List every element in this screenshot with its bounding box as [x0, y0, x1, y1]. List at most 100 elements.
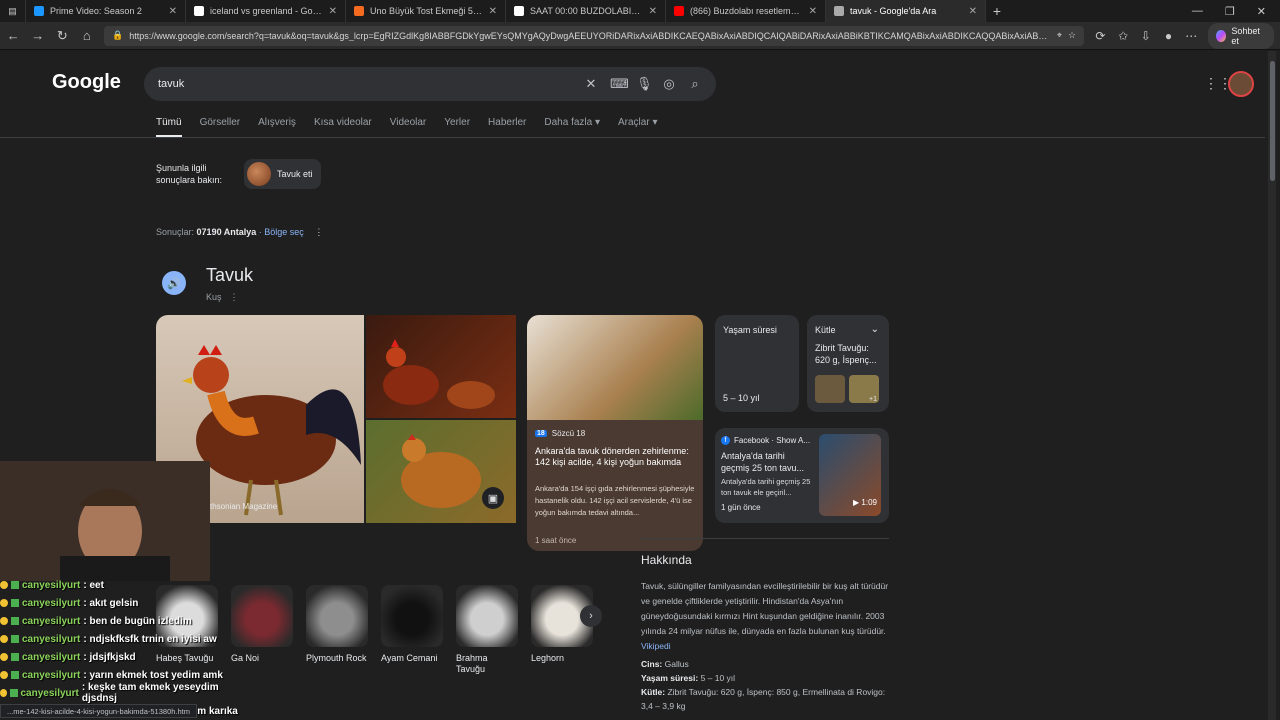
microphone-icon[interactable]: 🎙 [636, 76, 653, 92]
lock-icon: 🔒 [112, 30, 124, 40]
browser-tab[interactable]: iceland vs greenland - Google'da ✕ [186, 0, 346, 22]
search-tab[interactable]: Yerler [444, 117, 470, 137]
fact-value: Gallus [664, 659, 689, 669]
facts-list: Cins: Gallus Yaşam süresi: 5 – 10 yıl Kütl… [641, 657, 891, 713]
search-input[interactable]: tavuk [158, 78, 572, 90]
lifespan-label: Yaşam süresi [723, 325, 777, 335]
search-tab[interactable]: Videolar [390, 117, 427, 137]
url-field[interactable]: 🔒 https://www.google.com/search?q=tavuk&… [104, 25, 1085, 46]
lens-icon[interactable]: ◎ [662, 76, 676, 92]
clear-icon[interactable]: ✕ [584, 76, 598, 92]
related-chip-tavuk-eti[interactable]: Tavuk eti [244, 159, 321, 189]
reload-icon[interactable]: ↻ [55, 28, 70, 44]
tab-close-icon[interactable]: ✕ [489, 6, 497, 17]
maximize-icon[interactable]: ❐ [1225, 5, 1235, 18]
search-tab[interactable]: Kısa videolar [314, 117, 372, 137]
extensions-icon[interactable]: ⟳ [1094, 29, 1107, 43]
tab-title: Prime Video: Season 2 [50, 6, 142, 16]
mass-card[interactable]: Kütle ⌄ Zibrit Tavuğu: 620 g, İspenç... … [807, 315, 889, 412]
choose-region-link[interactable]: · Bölge seç [259, 227, 304, 237]
search-tab[interactable]: Haberler [488, 117, 526, 137]
search-tab[interactable]: Görseller [200, 117, 241, 137]
browser-tab[interactable]: Uno Büyük Tost Ekmeği 550 G - M ✕ [346, 0, 506, 22]
favorite-star-icon[interactable]: ☆ [1068, 30, 1076, 41]
location-more-icon[interactable]: ⋮ [314, 227, 323, 237]
location-info: Sonuçlar: 07190 Antalya · Bölge seç ⋮ [156, 227, 323, 238]
tab-close-icon[interactable]: ✕ [329, 6, 337, 17]
search-box[interactable]: tavuk ✕ ⌨ 🎙 ◎ ⌕ [144, 67, 716, 101]
search-tabs: Tümü Görseller Alışveriş Kısa videolar Video… [156, 117, 657, 137]
keyboard-icon[interactable]: ⌨ [610, 76, 629, 92]
about-text: Tavuk, sülüngiller familyasından evcille… [641, 581, 889, 651]
fb-title[interactable]: Antalya'da tarihi geçmiş 25 ton tavu... [721, 450, 811, 474]
chat-text: : eet [83, 579, 104, 591]
breed-item[interactable]: Leghorn [531, 585, 593, 675]
wikipedia-link[interactable]: Vikipedi [641, 641, 671, 651]
new-tab-button[interactable]: + [986, 3, 1008, 19]
browser-tab[interactable]: SAAT 00:00 BUZDOLABI BAŞINDA ✕ [506, 0, 666, 22]
chevron-down-icon[interactable]: ⌄ [871, 324, 879, 335]
account-avatar[interactable] [1228, 71, 1254, 97]
browser-tab[interactable]: (866) Buzdolabı resetleme-Altus A ✕ [666, 0, 826, 22]
lifespan-card[interactable]: Yaşam süresi 5 – 10 yıl [715, 315, 799, 412]
news-source-logo: 18 [535, 430, 547, 437]
more-menu-icon[interactable]: ⋯ [1185, 29, 1198, 43]
profile-icon[interactable]: ● [1162, 29, 1175, 43]
scrollbar-thumb[interactable] [1270, 61, 1275, 181]
mass-value: Zibrit Tavuğu: 620 g, İspenç... [815, 343, 877, 365]
speaker-icon[interactable]: 🔊 [162, 271, 186, 295]
facebook-video-card[interactable]: f Facebook · Show A... Antalya'da tarihi … [715, 428, 889, 523]
tab-favicon [674, 6, 684, 16]
search-tab[interactable]: Daha fazla ▾ [544, 117, 600, 137]
close-window-icon[interactable]: ✕ [1257, 5, 1266, 18]
home-icon[interactable]: ⌂ [80, 28, 95, 43]
browser-tab[interactable]: Prime Video: Season 2 ✕ [26, 0, 186, 22]
google-logo[interactable]: Google [52, 71, 121, 94]
fact-key: Yaşam süresi: [641, 673, 699, 683]
search-tab[interactable]: Araçlar ▾ [618, 117, 657, 137]
location-icon[interactable]: ⌖ [1057, 30, 1062, 41]
news-card[interactable]: 18 Sözcü 18 Ankara'da tavuk dönerden zeh… [527, 315, 703, 551]
copilot-icon [1215, 29, 1227, 42]
forward-icon[interactable]: → [31, 28, 46, 43]
fact-row: Kütle: Zibrit Tavuğu: 620 g, İspenç: 850… [641, 685, 891, 713]
tab-close-icon[interactable]: ✕ [809, 6, 817, 17]
copilot-button[interactable]: Sohbet et [1207, 22, 1274, 49]
rooster-image-top-right[interactable] [366, 315, 516, 418]
search-tab[interactable]: Alışveriş [258, 117, 296, 137]
chat-message: canyesilyurt: akıt gelsin [0, 594, 240, 612]
fact-key: Kütle: [641, 687, 666, 697]
breed-item[interactable]: Brahma Tavuğu [456, 585, 518, 675]
more-images-icon[interactable]: ▣ [482, 487, 504, 509]
carousel-next-icon[interactable]: › [580, 605, 602, 627]
downloads-icon[interactable]: ⇩ [1139, 29, 1152, 43]
browser-tab[interactable]: tavuk - Google'da Ara ✕ [826, 0, 986, 22]
minimize-icon[interactable]: — [1192, 5, 1203, 18]
chat-text: : yarın ekmek tost yedim amk [83, 669, 223, 681]
chat-username: canyesilyurt [22, 597, 81, 609]
breed-item[interactable]: Ayam Cemani [381, 585, 443, 675]
search-icon[interactable]: ⌕ [688, 76, 702, 92]
tab-strip: ▤ Prime Video: Season 2 ✕ iceland vs green… [0, 0, 1280, 22]
breed-item[interactable]: Plymouth Rock [306, 585, 368, 675]
entity-more-icon[interactable]: ⋮ [230, 292, 239, 302]
breed-item[interactable]: Ga Noi [231, 585, 293, 675]
tab-close-icon[interactable]: ✕ [649, 6, 657, 17]
image-caption: thsonian Magazine [210, 502, 278, 511]
tab-close-icon[interactable]: ✕ [969, 6, 977, 17]
tab-title: tavuk - Google'da Ara [850, 6, 937, 16]
search-tab[interactable]: Tümü [156, 117, 182, 137]
tab-favicon [834, 6, 844, 16]
tab-title: SAAT 00:00 BUZDOLABI BAŞINDA [530, 6, 643, 16]
chat-message: canyesilyurt: eet [0, 576, 240, 594]
chat-username: canyesilyurt [22, 633, 81, 645]
tab-close-icon[interactable]: ✕ [169, 6, 177, 17]
badge-icon [0, 599, 8, 607]
back-icon[interactable]: ← [6, 28, 21, 43]
favorites-icon[interactable]: ✩ [1117, 29, 1130, 43]
news-title[interactable]: Ankara'da tavuk dönerden zehirlenme: 142… [535, 446, 695, 468]
tab-actions-icon[interactable]: ▤ [0, 0, 26, 22]
chip-thumbnail [247, 162, 271, 186]
copilot-label: Sohbet et [1231, 25, 1260, 46]
knowledge-header: 🔊 Tavuk Kuş ⋮ [162, 265, 253, 303]
